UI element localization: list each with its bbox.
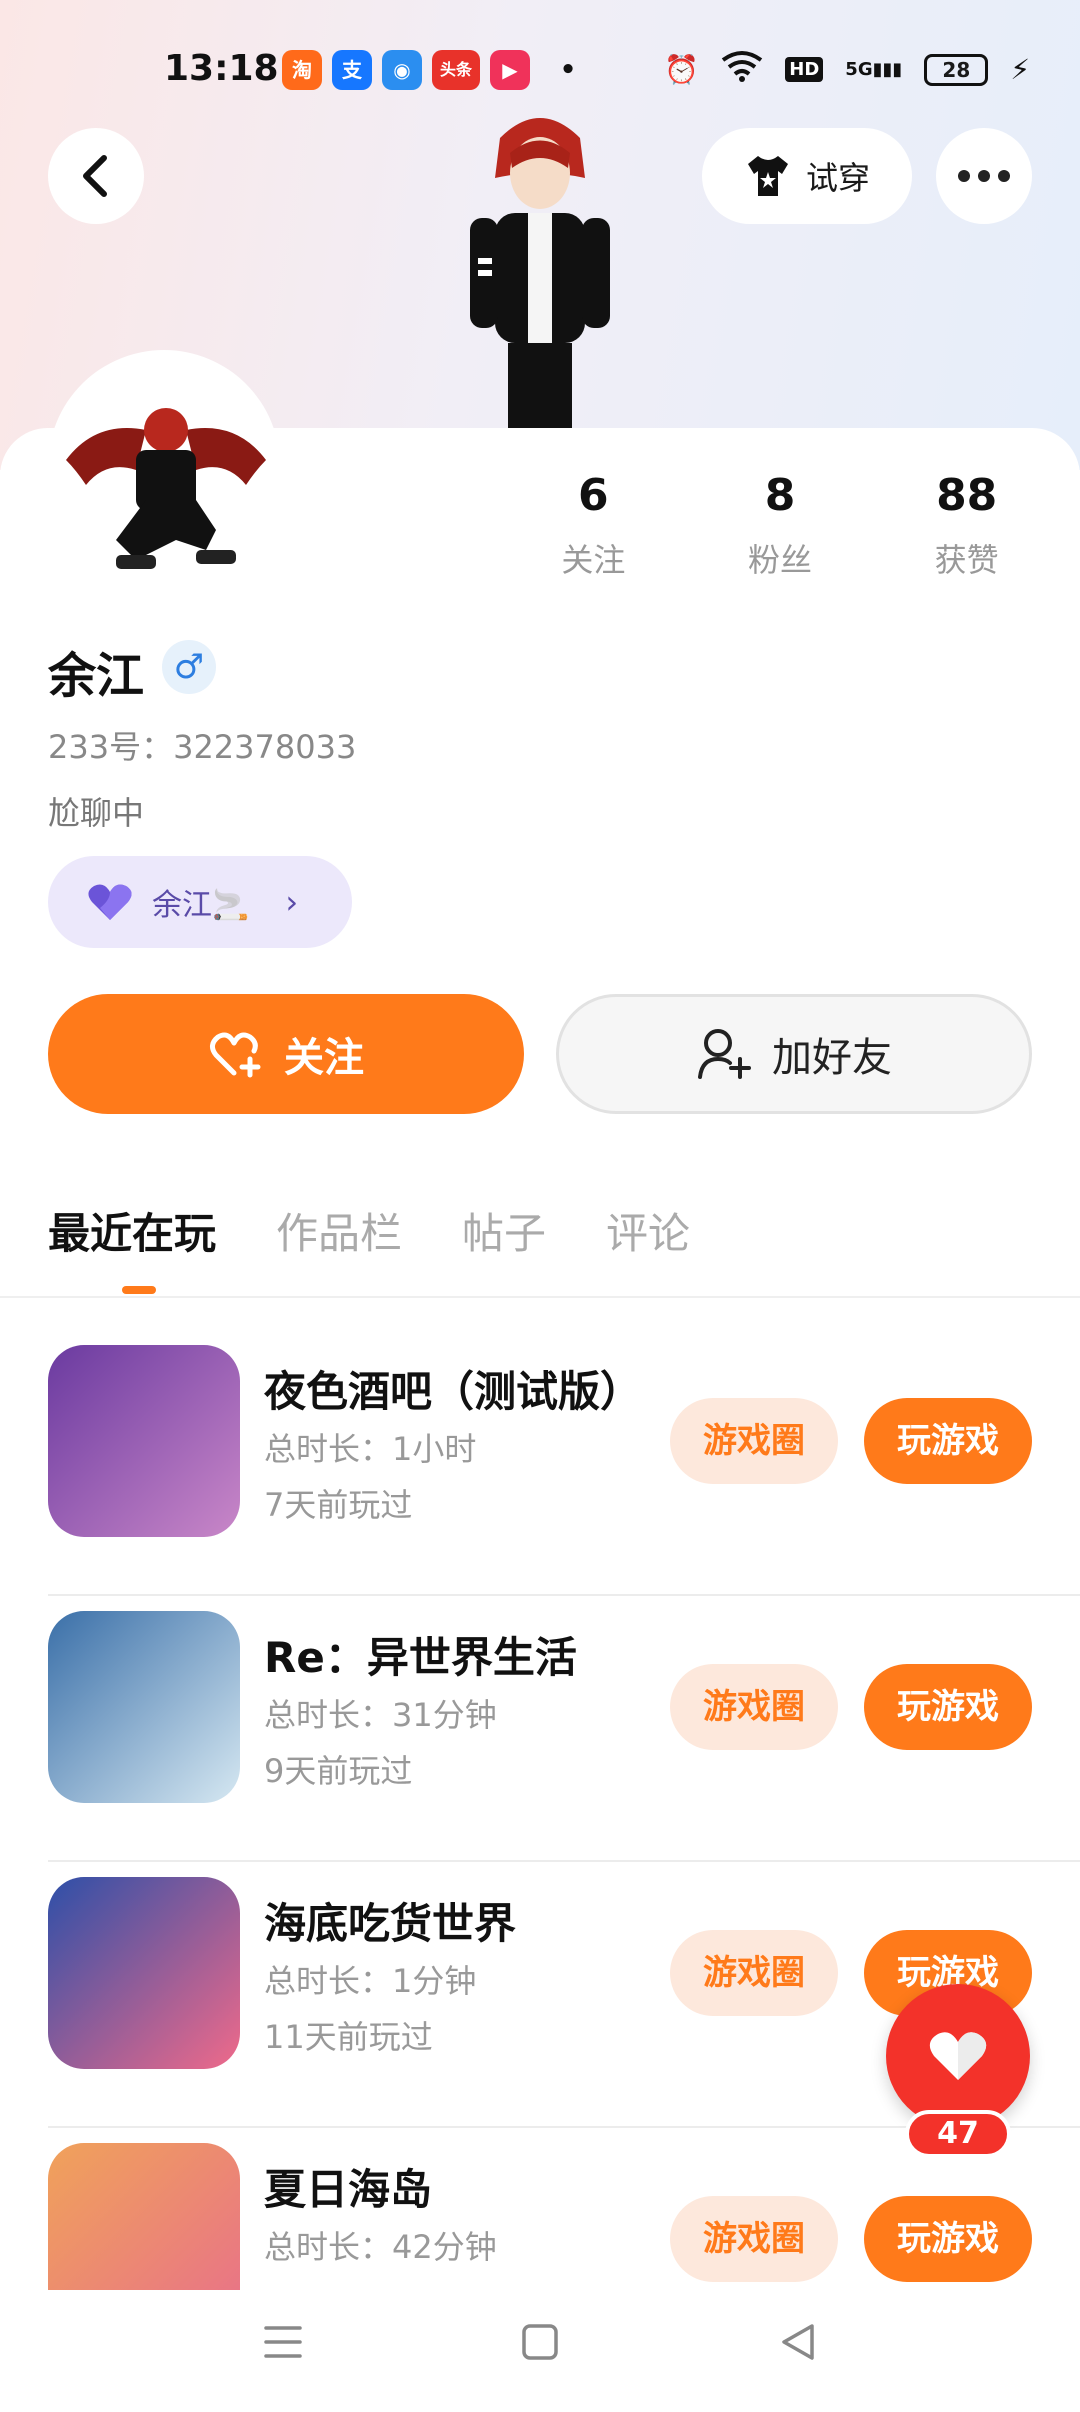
home-square-icon[interactable]	[520, 2320, 560, 2364]
browser-icon: ◉	[382, 50, 422, 90]
heart-icon	[88, 884, 132, 920]
stat-value: 88	[936, 470, 998, 521]
system-navigation-bar	[0, 2290, 1080, 2412]
battery-icon: 28	[924, 53, 989, 86]
add-friend-label: 加好友	[772, 1035, 892, 1081]
game-last-played: 7天前玩过	[264, 1486, 413, 1524]
tag-label: 余江🚬	[152, 888, 250, 923]
try-on-button[interactable]: 试穿	[702, 128, 912, 224]
like-fab-button[interactable]	[886, 1984, 1030, 2128]
game-circle-button[interactable]: 游戏圈	[670, 2196, 838, 2282]
game-circle-button[interactable]: 游戏圈	[670, 1664, 838, 1750]
divider	[0, 1296, 1080, 1298]
video-icon: ▶	[490, 50, 530, 90]
game-row[interactable]: Re：异世界生活 总时长：31分钟 9天前玩过 游戏圈 玩游戏	[48, 1596, 1080, 1862]
charging-icon: ⚡	[1010, 53, 1030, 86]
try-on-label: 试穿	[805, 159, 870, 197]
like-count-badge: 47	[905, 2110, 1011, 2158]
game-name: Re：异世界生活	[264, 1633, 577, 1682]
game-icon	[48, 1345, 240, 1537]
stat-likes[interactable]: 88 获赞	[873, 470, 1060, 581]
game-last-played: 9天前玩过	[264, 1752, 413, 1790]
more-options-button[interactable]	[936, 128, 1032, 224]
tab-works[interactable]: 作品栏	[276, 1200, 402, 1261]
male-gender-icon: ♂	[162, 640, 216, 694]
play-game-button[interactable]: 玩游戏	[864, 2196, 1032, 2282]
game-row[interactable]: 夜色酒吧（测试版） 总时长：1小时 7天前玩过 游戏圈 玩游戏	[48, 1330, 1080, 1596]
status-time: 13:18	[164, 48, 279, 89]
game-circle-button[interactable]: 游戏圈	[670, 1930, 838, 2016]
taobao-icon: 淘	[282, 50, 322, 90]
follow-button[interactable]: 关注	[48, 994, 524, 1114]
chevron-left-icon	[83, 155, 107, 197]
game-name: 海底吃货世界	[264, 1899, 517, 1948]
user-bio: 尬聊中	[48, 794, 145, 832]
tab-posts[interactable]: 帖子	[462, 1200, 546, 1261]
game-name: 夜色酒吧（测试版）	[264, 1367, 643, 1416]
signal-icon: 5G▮▮▮	[845, 59, 903, 80]
stat-followers[interactable]: 8 粉丝	[687, 470, 874, 581]
active-tab-indicator	[122, 1286, 156, 1294]
stat-value: 8	[764, 470, 796, 521]
hero-avatar-figure	[470, 118, 610, 428]
username: 余江	[48, 648, 145, 704]
back-button[interactable]	[48, 128, 144, 224]
play-game-button[interactable]: 玩游戏	[864, 1398, 1032, 1484]
menu-icon[interactable]	[262, 2320, 304, 2364]
add-user-icon	[698, 1029, 751, 1079]
game-duration: 总时长：42分钟	[264, 2228, 497, 2266]
game-circle-button[interactable]: 游戏圈	[670, 1398, 838, 1484]
game-duration: 总时长：31分钟	[264, 1696, 497, 1734]
stat-label: 关注	[561, 541, 626, 579]
profile-stats: 6 关注 8 粉丝 88 获赞	[500, 470, 1060, 581]
status-bar: 13:18 淘 支 ◉ 头条 ▶ • ⏰ HD 5G▮▮▮ 28 ⚡	[0, 40, 1080, 100]
stat-label: 粉丝	[748, 541, 813, 579]
hd-icon: HD	[785, 57, 824, 82]
wifi-icon	[721, 50, 763, 89]
stat-following[interactable]: 6 关注	[500, 470, 687, 581]
back-triangle-icon[interactable]	[778, 2320, 818, 2364]
avatar[interactable]	[56, 390, 276, 590]
game-icon	[48, 1611, 240, 1803]
game-name: 夏日海岛	[264, 2165, 433, 2214]
user-id: 233号：322378033	[48, 728, 357, 766]
game-duration: 总时长：1小时	[264, 1430, 477, 1468]
tab-recently-played[interactable]: 最近在玩	[48, 1200, 216, 1261]
more-dot-icon	[958, 170, 970, 182]
chevron-right-icon: ›	[285, 883, 299, 921]
tab-comments[interactable]: 评论	[606, 1200, 690, 1261]
add-friend-button[interactable]: 加好友	[556, 994, 1032, 1114]
profile-tabs: 最近在玩 作品栏 帖子 评论	[48, 1200, 690, 1261]
alarm-icon: ⏰	[664, 53, 700, 86]
play-game-button[interactable]: 玩游戏	[864, 1664, 1032, 1750]
stat-label: 获赞	[934, 541, 999, 579]
game-icon	[48, 1877, 240, 2069]
recent-games-list: 夜色酒吧（测试版） 总时长：1小时 7天前玩过 游戏圈 玩游戏 Re：异世界生活…	[0, 1330, 1080, 2394]
alipay-icon: 支	[332, 50, 372, 90]
follow-label: 关注	[284, 1035, 364, 1081]
heart-plus-icon	[210, 1032, 261, 1078]
notification-dot-icon: •	[559, 55, 577, 85]
game-last-played: 11天前玩过	[264, 2018, 433, 2056]
toutiao-icon: 头条	[432, 50, 480, 90]
heart-icon	[929, 2032, 987, 2080]
profile-tag-pill[interactable]: 余江🚬 ›	[48, 856, 352, 948]
game-duration: 总时长：1分钟	[264, 1962, 477, 2000]
stat-value: 6	[578, 470, 609, 521]
tshirt-icon	[747, 156, 788, 196]
